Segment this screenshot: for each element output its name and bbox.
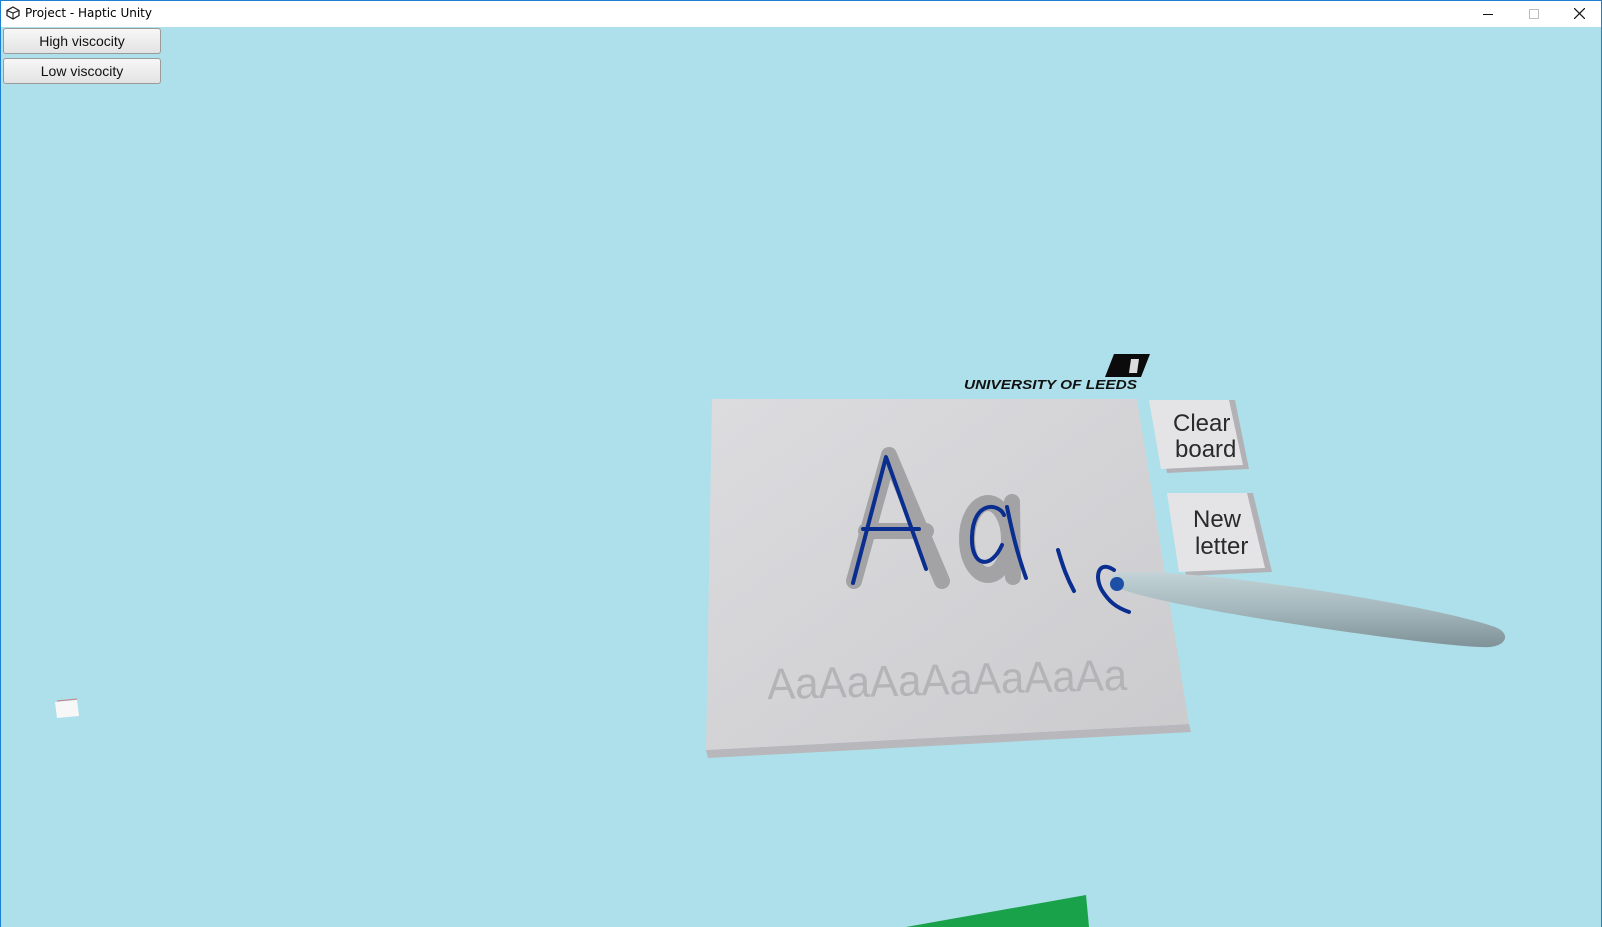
low-viscosity-button[interactable]: Low viscocity (3, 58, 161, 84)
title-bar[interactable]: Project - Haptic Unity (1, 1, 1601, 26)
university-logo-text: UNIVERSITY OF LEEDS (964, 377, 1137, 392)
unity-icon (6, 6, 20, 20)
minimize-button[interactable] (1465, 1, 1511, 26)
clear-board-button[interactable]: Clear board (1149, 400, 1249, 473)
high-viscosity-button[interactable]: High viscocity (3, 28, 161, 54)
close-button[interactable] (1556, 1, 1602, 26)
stylus-tip (1110, 577, 1124, 591)
leeds-crest-icon (1105, 354, 1150, 377)
minimize-icon (1483, 13, 1493, 15)
close-icon (1573, 8, 1585, 19)
game-viewport[interactable]: AaAaAaAaAaAaAa UNIVERSITY OF LEEDS Clear… (1, 27, 1601, 927)
ground-plane (906, 895, 1089, 927)
floating-tile (55, 700, 79, 718)
window-title: Project - Haptic Unity (25, 6, 152, 20)
maximize-button[interactable] (1511, 1, 1557, 26)
new-letter-button[interactable]: New letter (1167, 493, 1272, 576)
new-letter-label-line2: letter (1195, 533, 1248, 560)
new-letter-label-line1: New (1193, 506, 1242, 533)
clear-board-label-line2: board (1175, 436, 1236, 463)
scene-3d: AaAaAaAaAaAaAa UNIVERSITY OF LEEDS Clear… (55, 354, 1506, 927)
practice-row: AaAaAaAaAaAaAa (767, 651, 1129, 709)
maximize-icon (1529, 8, 1539, 19)
app-window: Project - Haptic Unity AaAaAaAaAaAaAa UN… (0, 0, 1602, 927)
clear-board-label-line1: Clear (1173, 410, 1230, 437)
university-logo: UNIVERSITY OF LEEDS (964, 354, 1150, 392)
